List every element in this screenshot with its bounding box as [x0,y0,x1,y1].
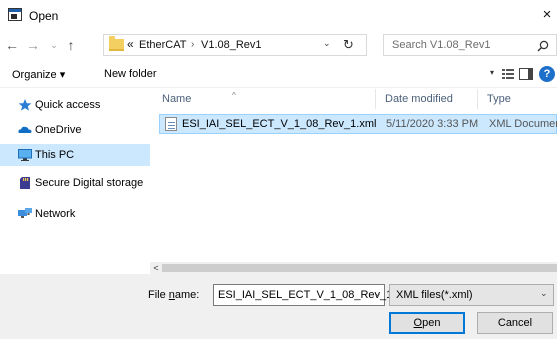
file-date-cell: 5/11/2020 3:33 PM [386,118,479,130]
file-name-label-part: File [148,289,169,301]
up-arrow-icon[interactable]: ↑ [63,36,79,54]
cancel-button[interactable]: Cancel [477,312,553,334]
address-bar[interactable]: « EtherCAT › V1.08_Rev1 ⌄ ↻ [103,34,367,56]
change-view-icon[interactable] [502,69,514,80]
sidebar-item-label: Quick access [35,99,101,111]
column-header-type[interactable]: Type [487,93,511,105]
help-icon[interactable]: ? [539,66,555,82]
back-arrow-icon[interactable]: ← [4,36,20,54]
network-icon [18,208,32,218]
cloud-icon [18,126,32,133]
breadcrumb-ethercat[interactable]: EtherCAT [139,39,186,51]
column-header-name[interactable]: Name ^ [162,91,236,105]
horizontal-scrollbar[interactable]: < [150,262,557,274]
preview-pane-icon[interactable] [519,68,533,80]
column-header-name-label: Name [162,93,192,105]
breadcrumb-separator[interactable]: › [191,39,194,50]
file-type-value[interactable]: XML files(*.xml) [396,289,473,301]
recent-locations-chevron-icon[interactable]: ⌄ [46,36,62,54]
sidebar-item-quick-access[interactable]: Quick access [0,94,150,116]
open-button-label: pen [422,317,441,329]
column-header-date-modified[interactable]: Date modified [385,93,453,105]
file-row[interactable]: ESI_IAI_SEL_ECT_V_1_08_Rev_1.xml 5/11/20… [159,114,557,134]
sidebar-item-onedrive[interactable]: OneDrive [0,119,150,141]
file-name-value[interactable]: ESI_IAI_SEL_ECT_V_1_08_Rev_1.xml [218,289,412,301]
search-placeholder[interactable]: Search V1.08_Rev1 [392,39,490,51]
view-dropdown-icon[interactable]: ▾ [490,68,494,77]
file-type-dropdown-chevron-icon[interactable]: ⌄ [540,288,548,299]
sidebar-item-label: This PC [35,149,75,161]
sidebar-item-label: OneDrive [35,124,82,136]
file-name-label: File name: [148,289,199,301]
refresh-icon[interactable]: ↻ [343,37,354,53]
address-dropdown-chevron-icon[interactable]: ⌄ [323,38,331,49]
breadcrumb-v108-rev1[interactable]: V1.08_Rev1 [201,39,262,51]
sidebar-item-network[interactable]: Network [0,203,150,225]
sidebar-item-secure-digital-storage[interactable]: Secure Digital storage [0,172,150,194]
search-icon[interactable] [536,39,550,53]
organize-button[interactable]: Organize ▾ [12,68,65,81]
open-button-accesskey: O [413,317,423,329]
dialog-footer: File name: ESI_IAI_SEL_ECT_V_1_08_Rev_1.… [0,274,557,339]
search-box[interactable]: Search V1.08_Rev1 [383,34,557,56]
scrollbar-thumb[interactable] [162,264,557,272]
navigation-bar: ← → ⌄ ↑ « EtherCAT › V1.08_Rev1 ⌄ ↻ Sear… [0,30,557,60]
xml-file-icon [165,117,177,131]
dialog-icon [8,8,22,21]
star-icon [18,99,32,111]
close-button[interactable]: × [538,5,556,25]
navigation-pane: Quick access OneDrive This PC Secure Dig… [0,88,150,274]
sidebar-item-this-pc[interactable]: This PC [0,144,150,166]
computer-icon [18,149,32,161]
sort-ascending-icon: ^ [232,91,236,100]
folder-icon [109,36,124,51]
sidebar-item-label: Secure Digital storage [35,177,144,189]
window-title: Open [29,9,59,23]
file-type-cell: XML Document [489,118,557,130]
forward-arrow-icon[interactable]: → [25,36,41,54]
open-button[interactable]: Open [389,312,465,334]
column-divider[interactable] [477,89,478,109]
sd-card-icon [20,177,30,189]
file-type-select[interactable]: XML files(*.xml) ⌄ [389,284,554,306]
file-name-dropdown-chevron-icon[interactable]: ⌄ [374,288,382,299]
file-name-field[interactable]: ESI_IAI_SEL_ECT_V_1_08_Rev_1.xml ⌄ [213,284,412,306]
column-divider[interactable] [375,89,376,109]
file-name-label-part: ame: [174,289,200,301]
sidebar-item-label: Network [35,208,76,220]
file-name-cell: ESI_IAI_SEL_ECT_V_1_08_Rev_1.xml [182,118,377,130]
title-bar: Open × [0,0,557,30]
command-bar: Organize ▾ New folder ▾ ? [0,60,557,88]
new-folder-button[interactable]: New folder [104,68,157,80]
file-list: Name ^ Date modified Type ESI_IAI_SEL_EC… [150,88,557,262]
breadcrumb-overflow[interactable]: « [127,37,134,51]
scroll-left-arrow-icon[interactable]: < [150,262,162,274]
